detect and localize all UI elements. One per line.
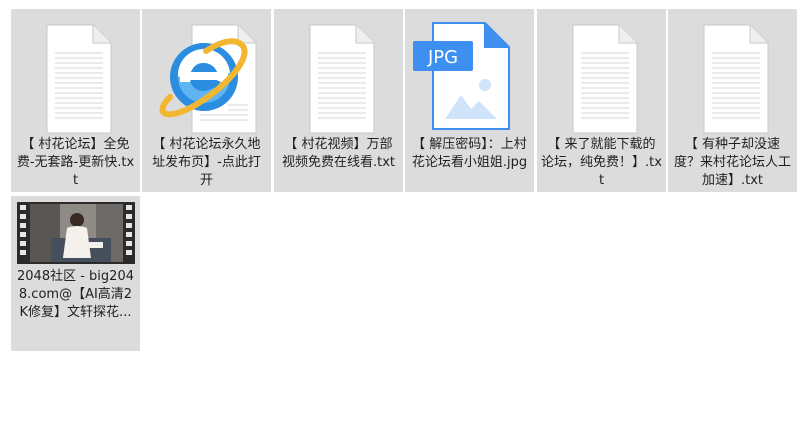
file-grid: 【 村花论坛】全免费-无套路-更新快.txt 【 村花论坛永久地址发布页】-点此…: [0, 0, 800, 429]
text-file-icon: [668, 15, 797, 135]
file-name: 【 解压密码】：上村花论坛看小姐姐.jpg: [411, 137, 528, 170]
internet-explorer-icon: [142, 15, 271, 135]
file-tile[interactable]: 【 来了就能下载的论坛，纯免费！】.txt: [537, 9, 666, 192]
jpg-badge: JPG: [427, 47, 458, 68]
file-name: 【 有种子却没速度？来村花论坛人工加速】.txt: [673, 137, 791, 188]
file-tile[interactable]: 【 村花论坛】全免费-无套路-更新快.txt: [11, 9, 140, 192]
file-tile[interactable]: 【 村花论坛永久地址发布页】-点此打开: [142, 9, 271, 192]
file-tile[interactable]: 【 村花视频】万部视频免费在线看.txt: [274, 9, 403, 192]
file-name: 【 来了就能下载的论坛，纯免费！】.txt: [541, 137, 662, 188]
text-file-icon: [11, 15, 140, 135]
video-thumbnail-icon: [11, 200, 140, 264]
file-tile[interactable]: 【 有种子却没速度？来村花论坛人工加速】.txt: [668, 9, 797, 192]
file-tile[interactable]: 2048社区 - big2048.com@【AI高清2K修复】文轩探花...: [11, 196, 140, 351]
text-file-icon: [274, 15, 403, 135]
text-file-icon: [537, 15, 666, 135]
file-tile[interactable]: JPG 【 解压密码】：上村花论坛看小姐姐.jpg: [405, 9, 534, 192]
file-name: 【 村花论坛】全免费-无套路-更新快.txt: [16, 137, 135, 188]
file-name: 【 村花论坛永久地址发布页】-点此打开: [152, 137, 261, 188]
file-name: 【 村花视频】万部视频免费在线看.txt: [281, 137, 396, 170]
jpg-file-icon: JPG: [405, 15, 534, 135]
file-name: 2048社区 - big2048.com@【AI高清2K修复】文轩探花...: [17, 269, 134, 320]
